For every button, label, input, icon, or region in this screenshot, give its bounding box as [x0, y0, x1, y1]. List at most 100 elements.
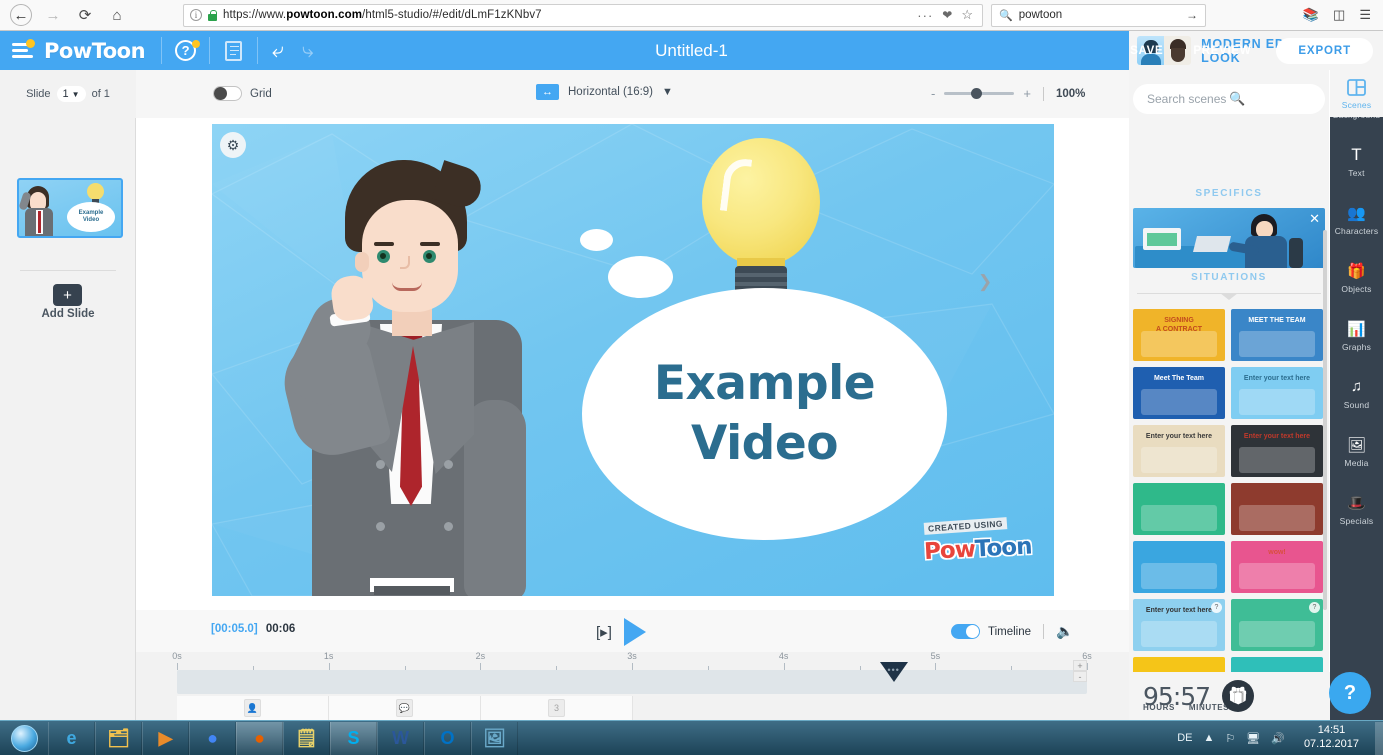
- sidebar-item-scenes[interactable]: Scenes: [1330, 70, 1383, 117]
- volume-icon[interactable]: 🔊: [1271, 732, 1285, 745]
- gear-icon[interactable]: ⚙: [220, 132, 246, 158]
- sidebar-item-sound[interactable]: ♫ Sound: [1330, 364, 1383, 422]
- add-slide-label[interactable]: Add Slide: [0, 308, 136, 320]
- slide-total-label: of 1: [91, 88, 110, 100]
- document-edit-icon: [225, 40, 243, 61]
- show-hidden-icons-icon[interactable]: ▲: [1204, 732, 1215, 744]
- taskbar-firefox[interactable]: ●: [236, 721, 283, 755]
- scene-hero-desk-woman[interactable]: ✕: [1133, 208, 1325, 268]
- sidebar-item-media[interactable]: 🖼 Media: [1330, 422, 1383, 480]
- help-fab-button[interactable]: ?: [1329, 672, 1371, 714]
- action-center-flag-icon[interactable]: ⚐: [1225, 732, 1235, 745]
- taskbar-explorer[interactable]: 🗂: [95, 721, 142, 755]
- scene-meet-the-team-cards[interactable]: Meet The Team: [1133, 367, 1225, 419]
- library-icon[interactable]: 📚: [1303, 7, 1319, 23]
- forward-arrow-icon[interactable]: →: [42, 4, 64, 26]
- step-frame-icon[interactable]: [▸]: [596, 623, 612, 641]
- sidebar-item-graphs[interactable]: 📊 Graphs: [1330, 306, 1383, 364]
- scene-office-desk-red[interactable]: [1231, 483, 1323, 535]
- app-menu-button[interactable]: [0, 31, 44, 70]
- show-desktop-button[interactable]: [1375, 721, 1383, 755]
- playhead-marker[interactable]: •••: [880, 662, 909, 682]
- scene-woman-laptop-bubble[interactable]: Enter your text here: [1133, 425, 1225, 477]
- url-bar[interactable]: i https://www.powtoon.com/html5-studio/#…: [183, 3, 983, 27]
- timeline-ruler[interactable]: 0s 1s 2s 3s 4s 5s 6s: [172, 651, 1092, 670]
- windows-start-orb[interactable]: [0, 722, 48, 755]
- library-scrollbar[interactable]: [1323, 230, 1327, 610]
- speech-bubble[interactable]: Example Video: [582, 288, 947, 540]
- sidebar-item-objects[interactable]: 🎁 Objects: [1330, 248, 1383, 306]
- star-icon[interactable]: ☆: [961, 7, 973, 23]
- taskbar-clock[interactable]: 14:51 07.12.2017: [1296, 724, 1367, 752]
- close-icon[interactable]: ✕: [1309, 211, 1320, 227]
- grid-toggle[interactable]: Grid: [213, 86, 272, 101]
- plus-icon[interactable]: +: [53, 284, 82, 306]
- gift-icon[interactable]: [1222, 680, 1255, 712]
- timeline-track[interactable]: [177, 670, 1087, 694]
- page-actions-icon[interactable]: ···: [917, 8, 933, 23]
- chevron-right-icon[interactable]: ❯: [978, 272, 992, 292]
- taskbar-outlook[interactable]: O: [424, 721, 471, 755]
- taskbar-photos[interactable]: 🖼: [471, 721, 518, 755]
- info-icon[interactable]: i: [190, 9, 202, 21]
- preview-button[interactable]: PREVIEW: [1178, 45, 1266, 57]
- network-icon[interactable]: 🖥: [1246, 732, 1260, 745]
- scene-meet-the-team-colors[interactable]: MEET THE TEAM: [1231, 309, 1323, 361]
- pocket-icon[interactable]: ❤: [942, 8, 952, 22]
- zoom-slider-handle[interactable]: [971, 88, 983, 99]
- browser-search-value[interactable]: powtoon: [1019, 9, 1180, 21]
- taskbar-mediaplayer[interactable]: ▶: [142, 721, 189, 755]
- sidebar-item-specials[interactable]: 🎩 Specials: [1330, 480, 1383, 538]
- timeline-toggle-switch[interactable]: [951, 624, 980, 639]
- speaker-icon[interactable]: 🔈: [1056, 623, 1073, 640]
- businessman-character[interactable]: [252, 160, 562, 596]
- save-button[interactable]: SAVE: [1115, 45, 1178, 57]
- scene-documents-green[interactable]: [1133, 483, 1225, 535]
- zoom-out-button[interactable]: -: [931, 86, 935, 101]
- slide-number-dropdown[interactable]: 1 ▼: [56, 86, 86, 102]
- search-icon[interactable]: 🔍: [1229, 91, 1311, 107]
- notes-button[interactable]: [210, 31, 257, 70]
- language-indicator[interactable]: DE: [1177, 732, 1192, 744]
- taskbar-chrome[interactable]: ●: [189, 721, 236, 755]
- redo-arrow-icon[interactable]: ⤷: [302, 40, 314, 61]
- sidebar-item-text[interactable]: T Text: [1330, 132, 1383, 190]
- zoom-in-button[interactable]: +: [1023, 86, 1031, 101]
- chevron-down-icon[interactable]: ▼: [662, 86, 673, 98]
- home-icon[interactable]: ⌂: [106, 4, 128, 26]
- timeline-object-bubble[interactable]: 💬: [329, 696, 481, 720]
- timeline-object-text[interactable]: 3: [481, 696, 633, 720]
- export-button[interactable]: EXPORT: [1276, 37, 1373, 64]
- scene-thinking-idea-bubble[interactable]: Enter your text here: [1231, 367, 1323, 419]
- slide-canvas[interactable]: ⚙ Example Video CREATED USING PowToon: [212, 124, 1054, 596]
- scene-signing-a-contract[interactable]: SIGNING A CONTRACT: [1133, 309, 1225, 361]
- taskbar-word[interactable]: W: [377, 721, 424, 755]
- zoom-slider[interactable]: [944, 88, 1015, 99]
- hamburger-menu-icon[interactable]: ☰: [1359, 7, 1371, 23]
- play-triangle-icon[interactable]: [623, 618, 646, 646]
- timeline-zoom-in[interactable]: +: [1073, 660, 1087, 671]
- taskbar-notes[interactable]: 🗒: [283, 721, 330, 755]
- search-input[interactable]: Search scenes 🔍: [1133, 84, 1325, 114]
- back-arrow-icon[interactable]: ←: [10, 4, 32, 26]
- scene-angry-man-dark[interactable]: Enter your text here: [1231, 425, 1323, 477]
- scene-two-people-meeting[interactable]: Enter your text here?: [1133, 599, 1225, 651]
- timeline-zoom-out[interactable]: -: [1073, 671, 1087, 682]
- browser-search-bar[interactable]: 🔍 powtoon →: [991, 3, 1206, 27]
- scene-airport-travel[interactable]: [1133, 541, 1225, 593]
- grid-toggle-switch[interactable]: [213, 86, 242, 101]
- powtoon-logo[interactable]: PowToon: [44, 31, 161, 70]
- scene-team-table-meeting[interactable]: ?: [1231, 599, 1323, 651]
- scene-wow-megaphone[interactable]: wow!: [1231, 541, 1323, 593]
- sidebar-item-characters[interactable]: 👥 Characters: [1330, 190, 1383, 248]
- taskbar-skype[interactable]: S: [330, 721, 377, 755]
- aspect-ratio-selector[interactable]: ↔ Horizontal (16:9) ▼: [536, 84, 673, 100]
- arrow-right-icon[interactable]: →: [1186, 8, 1198, 22]
- taskbar-ie[interactable]: e: [48, 721, 95, 755]
- undo-arrow-icon[interactable]: ⤶: [272, 40, 284, 61]
- timeline-object-character[interactable]: 👤: [177, 696, 329, 720]
- slide-thumbnail-1[interactable]: Example Video: [17, 178, 123, 238]
- sidebar-icon[interactable]: ◫: [1333, 7, 1345, 23]
- help-button[interactable]: ?: [162, 31, 209, 70]
- reload-icon[interactable]: ⟳: [74, 4, 96, 26]
